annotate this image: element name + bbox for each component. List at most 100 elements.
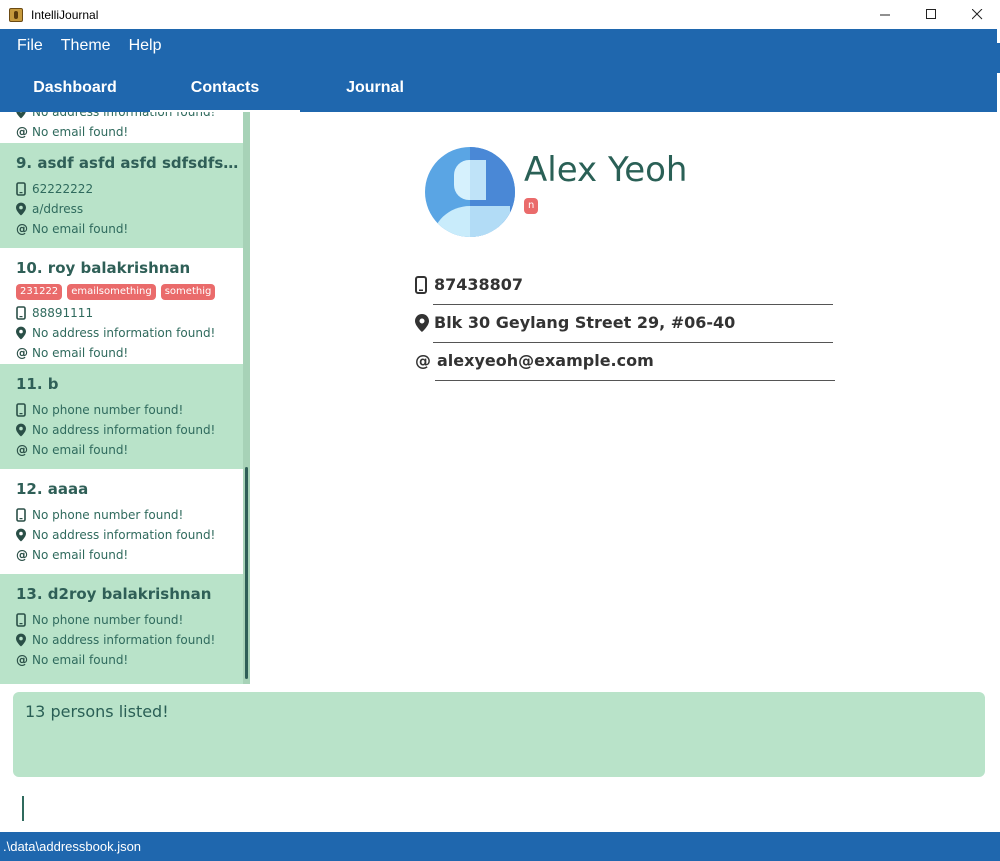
app-logo-icon xyxy=(9,7,23,22)
detail-name: Alex Yeoh xyxy=(524,150,688,190)
contact-email: @ No email found! xyxy=(16,545,243,565)
tag-badge: emailsomething xyxy=(67,284,156,300)
at-icon: @ xyxy=(415,351,431,370)
contact-phone-value: 62222222 xyxy=(32,182,94,196)
contact-phone: 62222222 xyxy=(16,179,243,199)
command-input[interactable] xyxy=(13,792,985,826)
contact-email-value: No email found! xyxy=(32,653,129,667)
contact-tags: 231222 emailsomething somethig xyxy=(16,284,243,300)
menu-file[interactable]: File xyxy=(17,37,43,55)
window-title: IntelliJournal xyxy=(31,7,99,22)
contact-name: 11. b xyxy=(16,375,59,393)
map-marker-icon xyxy=(16,326,30,340)
contact-email-value: No email found! xyxy=(32,548,129,562)
close-icon xyxy=(971,9,982,20)
detail-address-value: Blk 30 Geylang Street 29, #06-40 xyxy=(434,313,736,332)
maximize-button[interactable] xyxy=(908,0,954,29)
contact-email: @ No email found! xyxy=(16,343,243,363)
minimize-icon xyxy=(879,14,890,16)
detail-phone: 87438807 xyxy=(415,275,523,294)
contact-address: No address information found! xyxy=(16,630,243,650)
result-text: 13 persons listed! xyxy=(25,702,169,721)
phone-icon xyxy=(16,403,30,417)
result-display: 13 persons listed! xyxy=(13,692,985,777)
at-icon: @ xyxy=(16,125,28,139)
contact-card[interactable]: 13. d2roy balakrishnan No phone number fo… xyxy=(0,574,243,679)
phone-icon xyxy=(415,275,433,294)
contact-address: No address information found! xyxy=(16,525,243,545)
detail-divider xyxy=(433,304,833,305)
contact-phone-value: No phone number found! xyxy=(32,613,184,627)
contact-email: @ No email found! xyxy=(16,219,243,239)
menu-help[interactable]: Help xyxy=(129,37,162,55)
status-file-path: .\data\addressbook.json xyxy=(3,839,142,854)
contact-phone-value: No phone number found! xyxy=(32,403,184,417)
map-marker-icon xyxy=(16,633,30,647)
contact-address-value: No address information found! xyxy=(32,528,216,542)
map-marker-icon xyxy=(16,112,30,119)
detail-divider xyxy=(435,380,835,381)
tag-badge: somethig xyxy=(160,284,216,300)
tab-contacts[interactable]: Contacts xyxy=(150,63,300,112)
contact-phone-value: 88891111 xyxy=(32,306,94,320)
contact-address-value: No address information found! xyxy=(32,112,216,119)
detail-address: Blk 30 Geylang Street 29, #06-40 xyxy=(415,313,735,332)
contact-list[interactable]: No address information found! @ No email f… xyxy=(0,112,250,684)
map-marker-icon xyxy=(16,202,30,216)
contact-card[interactable]: 11. b No phone number found! No address in… xyxy=(0,364,243,469)
contact-phone: No phone number found! xyxy=(16,610,243,630)
phone-icon xyxy=(16,306,30,320)
contact-address-value: No address information found! xyxy=(32,326,216,340)
tab-journal[interactable]: Journal xyxy=(300,63,450,112)
title-bar: IntelliJournal xyxy=(0,0,1000,29)
contact-address: a/ddress xyxy=(16,199,243,219)
window-controls xyxy=(862,0,1000,29)
contact-name: 10. roy balakrishnan xyxy=(16,259,191,277)
map-marker-icon xyxy=(16,423,30,437)
contact-phone-value: No phone number found! xyxy=(32,508,184,522)
contact-name: 13. d2roy balakrishnan xyxy=(16,585,212,603)
contact-phone: No phone number found! xyxy=(16,505,243,525)
detail-email: @ alexyeoh@example.com xyxy=(415,351,654,370)
contact-email-value: No email found! xyxy=(32,222,129,236)
tab-dashboard[interactable]: Dashboard xyxy=(0,63,150,112)
contact-email: @ No email found! xyxy=(16,650,243,670)
phone-icon xyxy=(16,508,30,522)
close-button[interactable] xyxy=(954,0,1000,29)
maximize-icon xyxy=(925,9,936,19)
tab-bar: Dashboard Contacts Journal xyxy=(0,63,997,112)
phone-icon xyxy=(16,182,30,196)
contact-address: No address information found! xyxy=(16,420,243,440)
contact-email: @ No email found! xyxy=(16,122,243,142)
text-caret xyxy=(22,796,24,821)
contact-card[interactable]: 10. roy balakrishnan 231222 emailsomething… xyxy=(0,248,243,364)
at-icon: @ xyxy=(16,548,28,562)
menu-bar: File Theme Help xyxy=(0,29,997,63)
scrollbar-thumb[interactable] xyxy=(245,467,248,679)
menu-theme[interactable]: Theme xyxy=(61,37,111,55)
detail-divider xyxy=(433,342,833,343)
detail-tag: n xyxy=(524,198,539,214)
app-window: IntelliJournal File Theme Help Dashboard… xyxy=(0,0,1000,861)
map-marker-icon xyxy=(16,528,30,542)
contact-card[interactable]: 12. aaaa No phone number found! No address… xyxy=(0,469,243,574)
contact-address-value: No address information found! xyxy=(32,423,216,437)
status-bar: .\data\addressbook.json xyxy=(0,832,1000,861)
contact-card[interactable]: 9. asdf asfd asfd sdfsdfsdf dsfsdfsdf 622… xyxy=(0,143,243,248)
map-marker-icon xyxy=(415,313,433,332)
contact-address: No address information found! xyxy=(16,112,243,122)
command-box xyxy=(0,786,1000,832)
contact-name: 9. asdf asfd asfd sdfsdfsdf dsfsdfsdf xyxy=(16,154,240,172)
at-icon: @ xyxy=(16,443,28,457)
contact-list-scrollbar[interactable] xyxy=(243,112,250,684)
avatar-icon xyxy=(425,147,515,237)
contact-detail-panel: Alex Yeoh n 87438807 Blk 30 Geylang Stre… xyxy=(251,112,997,684)
at-icon: @ xyxy=(16,222,28,236)
detail-phone-value: 87438807 xyxy=(434,275,524,294)
contact-email-value: No email found! xyxy=(32,443,129,457)
minimize-button[interactable] xyxy=(862,0,908,29)
contact-phone: No phone number found! xyxy=(16,400,243,420)
contact-card[interactable]: No address information found! @ No email f… xyxy=(0,112,243,143)
detail-email-value: alexyeoh@example.com xyxy=(437,351,654,370)
tag-badge: 231222 xyxy=(16,284,63,300)
